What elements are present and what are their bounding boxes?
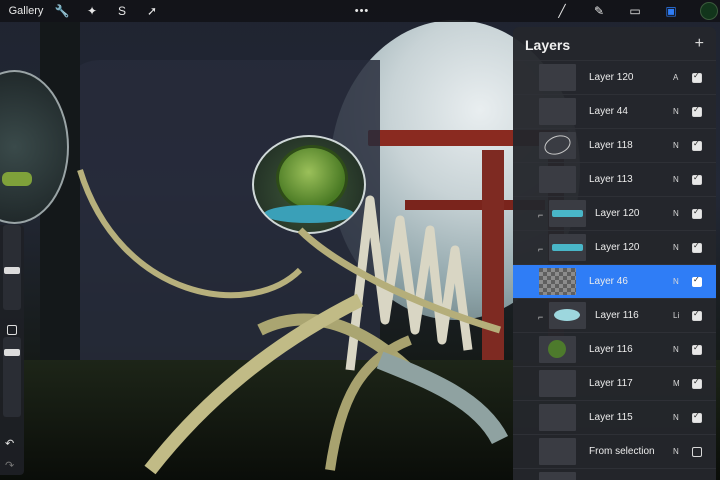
layer-name: Layer 116 [595, 310, 639, 321]
layer-thumbnail[interactable] [539, 98, 576, 125]
selection-s-icon[interactable]: S [113, 0, 131, 22]
brush-size-knob[interactable] [4, 267, 20, 274]
visibility-checkbox[interactable] [692, 173, 702, 185]
layer-row[interactable]: Layer 118 N [513, 128, 716, 162]
layer-row[interactable]: Layer 117 M [513, 366, 716, 400]
layer-thumbnail[interactable] [539, 268, 576, 295]
blend-mode-button[interactable]: N [673, 469, 679, 480]
wrench-icon[interactable]: 🔧 [53, 0, 71, 22]
layers-icon[interactable]: ▣ [662, 0, 680, 22]
more-options-button[interactable]: ••• [352, 0, 372, 22]
layer-thumbnail[interactable] [539, 370, 576, 397]
opacity-slider[interactable] [3, 337, 21, 417]
layer-name: Layer 46 [589, 276, 628, 287]
blend-mode-button[interactable]: M [673, 367, 680, 400]
layer-name: Layer 117 [589, 378, 633, 389]
blend-mode-button[interactable]: N [673, 265, 679, 298]
layer-name: Layer 118 [589, 140, 633, 151]
layer-thumbnail[interactable] [539, 166, 576, 193]
layer-row[interactable]: Layer 44 N [513, 94, 716, 128]
blend-mode-button[interactable]: N [673, 95, 679, 128]
blend-mode-button[interactable]: A [673, 61, 678, 94]
layer-name: Layer 110 [589, 469, 633, 480]
layer-row[interactable]: From selection N [513, 434, 716, 468]
visibility-checkbox[interactable] [692, 377, 702, 389]
visibility-checkbox[interactable] [692, 411, 702, 423]
blend-mode-button[interactable]: Li [673, 299, 679, 332]
smudge-icon[interactable]: ✎ [590, 0, 608, 22]
layers-panel-title: Layers [525, 37, 571, 53]
layer-name: Layer 120 [589, 72, 634, 83]
layer-row[interactable]: ⌐ Layer 120 N [513, 196, 716, 230]
eraser-icon[interactable]: ▭ [626, 0, 644, 22]
layer-thumbnail[interactable] [539, 132, 576, 159]
layer-name: Layer 44 [589, 106, 628, 117]
blend-mode-button[interactable]: N [673, 197, 679, 230]
layer-name: Layer 120 [595, 208, 640, 219]
left-sidebar: ↶ ↷ [0, 225, 24, 475]
visibility-checkbox[interactable] [692, 275, 702, 287]
visibility-checkbox[interactable] [692, 71, 702, 83]
layer-name: Layer 115 [589, 412, 633, 423]
gallery-button[interactable]: Gallery [8, 0, 44, 22]
layer-name: Layer 113 [589, 174, 633, 185]
layer-name: From selection [589, 446, 655, 457]
layer-row[interactable]: Layer 110 N [513, 468, 716, 480]
blend-mode-button[interactable]: N [673, 163, 679, 196]
top-toolbar: Gallery 🔧 ✦ S ➚ ••• ╱ ✎ ▭ ▣ [0, 0, 720, 22]
layer-thumbnail[interactable] [549, 200, 586, 227]
clipping-mask-icon: ⌐ [538, 244, 544, 254]
layer-row[interactable]: Layer 116 N [513, 332, 716, 366]
blend-mode-button[interactable]: N [673, 401, 679, 434]
layer-row[interactable]: Layer 46 N [513, 264, 716, 298]
layer-thumbnail[interactable] [549, 234, 586, 261]
opacity-knob[interactable] [4, 349, 20, 356]
add-layer-button[interactable]: + [695, 35, 704, 53]
blend-mode-button[interactable]: N [673, 231, 679, 264]
layer-row[interactable]: ⌐ Layer 116 Li [513, 298, 716, 332]
visibility-checkbox[interactable] [692, 139, 702, 151]
layer-thumbnail[interactable] [539, 438, 576, 465]
visibility-checkbox[interactable] [692, 447, 702, 457]
modify-button[interactable] [7, 325, 17, 335]
clipping-mask-icon: ⌐ [538, 210, 544, 220]
undo-icon[interactable]: ↶ [5, 437, 14, 450]
layers-panel: Layers + Layer 120ALayer 44NLayer 118NLa… [513, 27, 716, 480]
visibility-checkbox[interactable] [692, 309, 702, 321]
transform-arrow-icon[interactable]: ➚ [143, 0, 161, 22]
brush-size-slider[interactable] [3, 225, 21, 310]
blend-mode-button[interactable]: N [673, 129, 679, 162]
visibility-checkbox[interactable] [692, 105, 702, 117]
clipping-mask-icon: ⌐ [538, 312, 544, 322]
visibility-checkbox[interactable] [692, 343, 702, 355]
layer-name: Layer 120 [595, 242, 640, 253]
color-swatch-button[interactable] [700, 2, 718, 20]
layer-thumbnail[interactable] [539, 64, 576, 91]
magic-wand-icon[interactable]: ✦ [83, 0, 101, 22]
visibility-checkbox[interactable] [692, 241, 702, 253]
layer-thumbnail[interactable] [539, 404, 576, 431]
visibility-checkbox[interactable] [692, 207, 702, 219]
layer-row[interactable]: Layer 120 A [513, 60, 716, 94]
layer-name: Layer 116 [589, 344, 633, 355]
layer-row[interactable]: Layer 113 N [513, 162, 716, 196]
layer-list: Layer 120ALayer 44NLayer 118NLayer 113N⌐… [513, 60, 716, 480]
layer-row[interactable]: ⌐ Layer 120 N [513, 230, 716, 264]
layer-thumbnail[interactable] [539, 336, 576, 363]
layer-thumbnail[interactable] [549, 302, 586, 329]
blend-mode-button[interactable]: N [673, 333, 679, 366]
redo-icon[interactable]: ↷ [5, 459, 14, 472]
layer-row[interactable]: Layer 115 N [513, 400, 716, 434]
layer-thumbnail[interactable] [539, 472, 576, 480]
blend-mode-button[interactable]: N [673, 435, 679, 468]
brush-icon[interactable]: ╱ [553, 0, 571, 22]
